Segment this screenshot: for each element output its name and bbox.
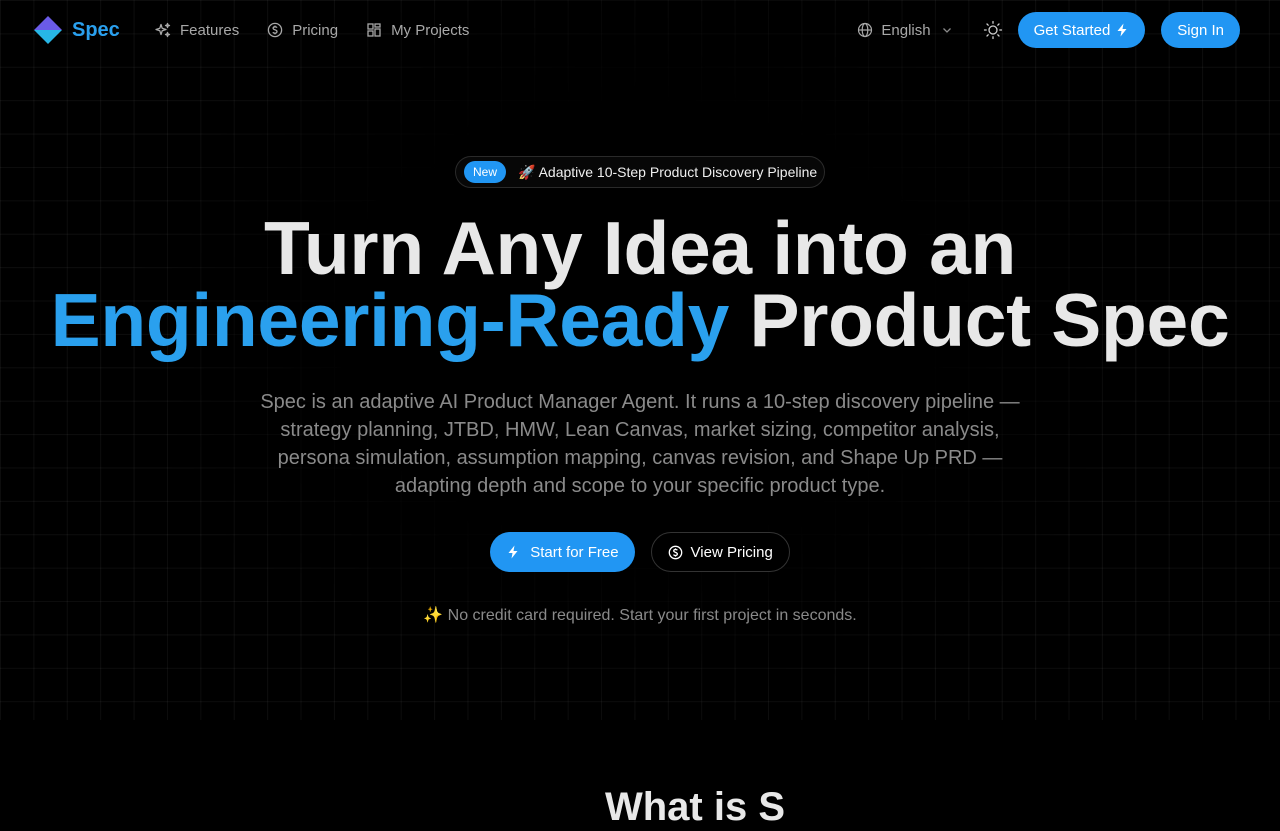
brand-name: Spec: [72, 18, 120, 41]
nav-link-features[interactable]: Features: [155, 22, 239, 39]
section-title: What is S: [604, 785, 786, 829]
diamond-logo-icon: [34, 16, 62, 44]
dollar-circle-icon: [668, 545, 682, 559]
sparkles-icon: [155, 22, 171, 38]
theme-toggle[interactable]: [982, 19, 1004, 41]
badge-text: 🚀 Adaptive 10-Step Product Discovery Pip…: [518, 163, 818, 180]
language-selector[interactable]: English: [857, 22, 953, 39]
start-for-free-label: Start for Free: [530, 543, 619, 561]
language-label: English: [881, 21, 931, 39]
sun-icon: [983, 20, 1002, 40]
get-started-label: Get Started: [1033, 21, 1111, 39]
hero-ctas: Start for Free View Pricing: [0, 532, 1280, 572]
hero-headline: Turn Any Idea into an Engineering-Ready …: [0, 211, 1280, 358]
view-pricing-button[interactable]: View Pricing: [650, 532, 790, 572]
new-tag: New: [464, 161, 507, 183]
nav-link-my-projects[interactable]: My Projects: [366, 22, 469, 39]
start-for-free-button[interactable]: Start for Free: [490, 532, 635, 572]
view-pricing-label: View Pricing: [690, 543, 773, 561]
lightning-icon: [508, 545, 518, 559]
lightning-icon: [1117, 23, 1127, 37]
nav-links: Features Pricing My Projects: [155, 0, 497, 60]
nav-link-label: Features: [180, 21, 240, 39]
grid-icon: [367, 23, 381, 37]
headline-accent: Engineering-Ready: [50, 278, 730, 362]
logo[interactable]: Spec: [33, 15, 120, 45]
headline-line-2: Product Spec: [729, 278, 1230, 362]
globe-icon: [858, 22, 873, 38]
sign-in-button[interactable]: Sign In: [1161, 12, 1240, 48]
announcement-badge: New 🚀 Adaptive 10-Step Product Discovery…: [455, 156, 825, 188]
dollar-circle-icon: [267, 22, 283, 38]
nav-link-label: Pricing: [292, 21, 339, 39]
get-started-button[interactable]: Get Started: [1017, 12, 1146, 48]
nav-actions: English Get Started Sign In: [857, 0, 1240, 60]
chevron-down-icon: [942, 28, 951, 33]
top-nav: Spec Features Pricing My Projects Englis…: [0, 0, 1280, 60]
no-credit-card-note: ✨ No credit card required. Start your fi…: [423, 607, 857, 624]
nav-link-label: My Projects: [391, 21, 470, 39]
hero-subtitle: Spec is an adaptive AI Product Manager A…: [260, 391, 1020, 497]
nav-link-pricing[interactable]: Pricing: [267, 22, 338, 39]
